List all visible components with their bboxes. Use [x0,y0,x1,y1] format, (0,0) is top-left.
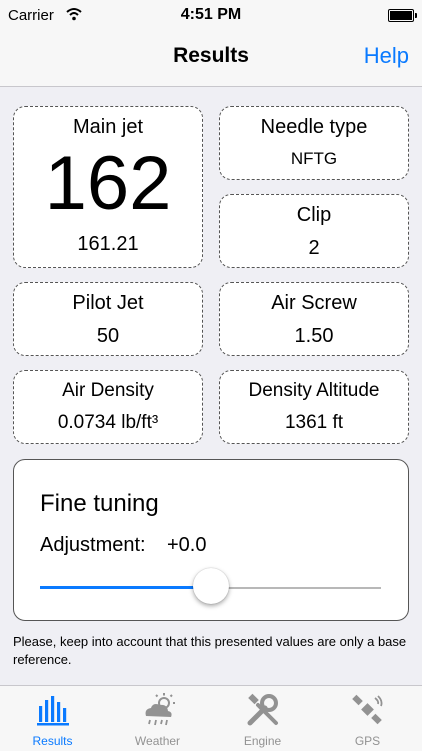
pilot-jet-card: Pilot Jet 50 [13,282,203,356]
air-screw-card: Air Screw 1.50 [219,282,409,356]
tab-weather[interactable]: Weather [105,686,210,751]
tab-results[interactable]: Results [0,686,105,751]
battery-icon [388,9,417,22]
pilot-jet-value: 50 [96,325,120,347]
air-density-card: Air Density 0.0734 lb/ft³ [13,370,203,444]
adjustment-value: +0.0 [167,534,207,556]
density-altitude-card: Density Altitude 1361 ft [219,370,409,444]
needle-type-label: Needle type [260,116,368,138]
weather-icon [145,693,175,726]
tools-icon [247,693,278,726]
main-jet-card: Main jet 162 161.21 [13,106,203,268]
fine-tuning-card: Fine tuning Adjustment: +0.0 [13,459,409,621]
page-title: Results [173,44,249,67]
tab-gps[interactable]: GPS [315,686,420,751]
pilot-jet-label: Pilot Jet [72,292,144,314]
needle-type-value: NFTG [290,149,338,168]
tab-weather-label: Weather [134,734,181,748]
slider-thumb[interactable] [192,568,229,604]
adjustment-label: Adjustment: [40,534,146,556]
main-jet-value: 162 [44,141,172,226]
clip-value: 2 [308,237,320,259]
air-density-value: 0.0734 lb/ft³ [57,412,159,433]
needle-type-card: Needle type NFTG [219,106,409,180]
tab-results-label: Results [32,734,73,748]
tab-engine[interactable]: Engine [210,686,315,751]
status-time: 4:51 PM [180,6,242,23]
slider-track-fill [40,586,211,589]
main-jet-label: Main jet [72,116,144,138]
air-density-label: Air Density [62,380,154,401]
clip-label: Clip [296,204,332,226]
density-altitude-label: Density Altitude [248,380,380,401]
fine-tuning-title: Fine tuning [40,490,159,517]
air-screw-label: Air Screw [271,292,357,314]
tab-bar: Results Weather Engine GPS [0,685,422,751]
navigation-bar: Results Help [0,30,422,87]
satellite-icon [352,694,383,725]
main-jet-precise-value: 161.21 [77,233,139,255]
clip-card: Clip 2 [219,194,409,268]
tab-gps-label: GPS [354,734,381,748]
air-screw-value: 1.50 [294,325,334,347]
density-altitude-value: 1361 ft [284,412,344,433]
tab-engine-label: Engine [243,734,282,748]
status-bar: Carrier 4:51 PM [0,0,422,30]
bar-chart-icon [37,696,69,726]
disclaimer-note: Please, keep into account that this pres… [13,634,407,667]
help-button[interactable]: Help [364,43,409,69]
